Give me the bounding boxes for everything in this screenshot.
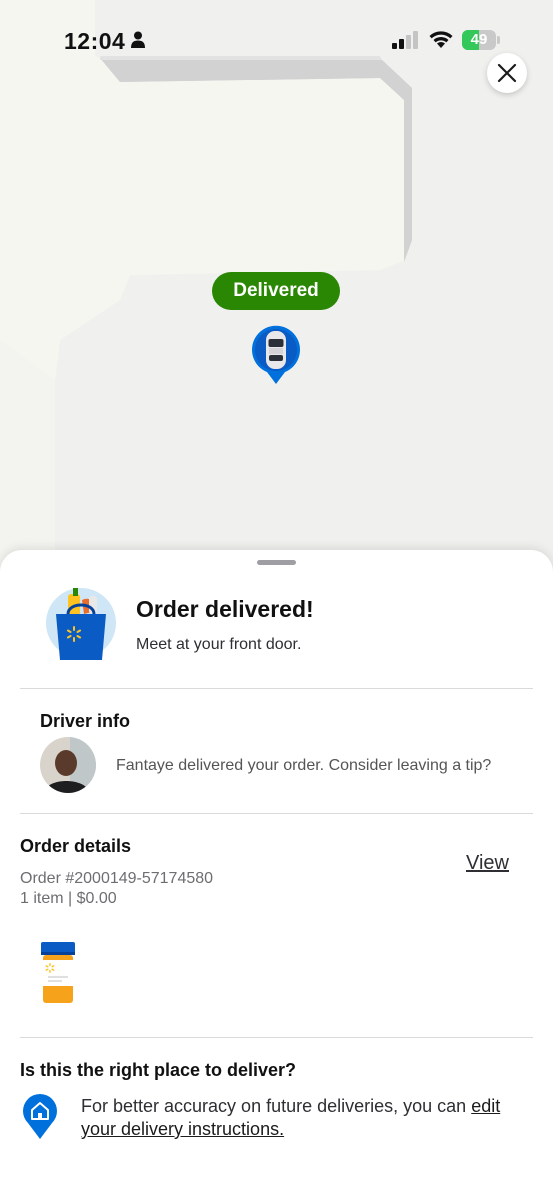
order-delivered-subtitle: Meet at your front door.	[136, 636, 302, 653]
divider	[20, 1037, 533, 1038]
view-order-link[interactable]: View	[466, 852, 509, 875]
bottom-sheet[interactable]: Order delivered! Meet at your front door…	[0, 550, 553, 1200]
order-number: Order #2000149-57174580	[20, 870, 214, 887]
delivery-place-text: For better accuracy on future deliveries…	[81, 1095, 501, 1141]
order-details-heading: Order details	[20, 836, 132, 856]
home-pin-icon	[23, 1093, 57, 1139]
order-summary: 1 item | $0.00	[20, 890, 117, 907]
divider	[20, 813, 533, 814]
order-delivered-title: Order delivered!	[136, 596, 314, 622]
driver-avatar[interactable]	[40, 737, 96, 793]
sheet-drag-handle[interactable]	[257, 560, 296, 565]
driver-info-heading: Driver info	[40, 711, 131, 731]
person-icon	[131, 31, 145, 48]
close-button[interactable]	[487, 53, 527, 93]
signal-icon	[392, 31, 418, 49]
divider	[20, 688, 533, 689]
wifi-icon	[429, 31, 453, 48]
delivery-place-description: For better accuracy on future deliveries…	[81, 1096, 467, 1116]
delivered-status-pill: Delivered	[212, 272, 340, 310]
delivery-place-heading: Is this the right place to deliver?	[20, 1060, 297, 1080]
close-icon	[497, 63, 517, 83]
car-pin-icon	[252, 325, 300, 384]
status-bar: 12:04 49	[0, 0, 553, 70]
battery-icon: 49	[462, 30, 500, 50]
status-time: 12:04	[64, 28, 126, 54]
driver-message: Fantaye delivered your order. Consider l…	[116, 757, 492, 774]
pill-bottle-icon[interactable]	[40, 942, 76, 1004]
battery-percent: 49	[470, 31, 488, 48]
grocery-bag-icon	[46, 588, 116, 660]
